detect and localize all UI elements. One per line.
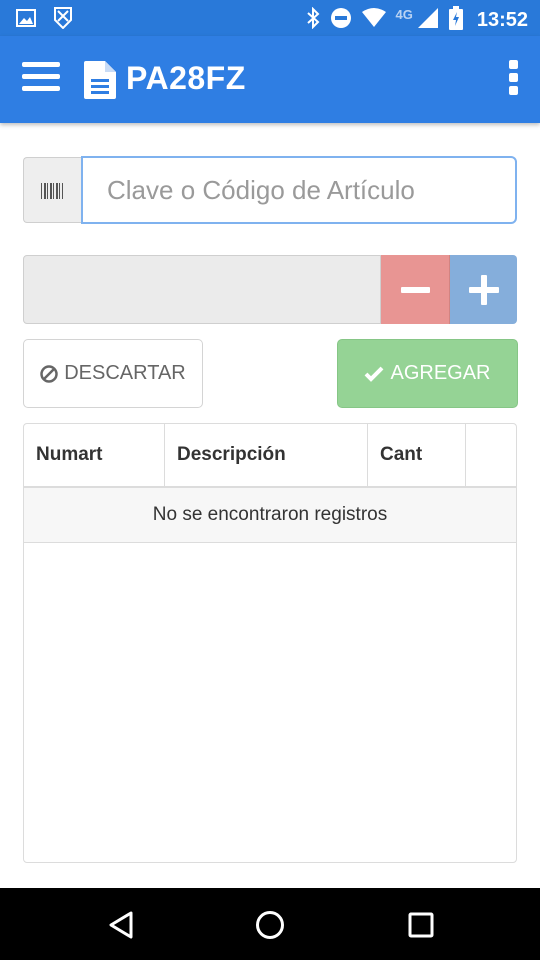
battery-charging-icon <box>448 6 463 35</box>
shield-notification-icon <box>54 7 72 34</box>
add-button[interactable]: AGREGAR <box>337 339 518 408</box>
articles-table: Numart Descripción Cant No se encontraro… <box>23 423 517 863</box>
column-header-numart[interactable]: Numart <box>24 424 165 486</box>
column-header-actions <box>466 424 516 486</box>
navigation-bar <box>0 888 540 960</box>
signal-icon <box>417 7 439 34</box>
discard-button[interactable]: DESCARTAR <box>23 339 203 408</box>
bluetooth-icon <box>306 6 320 34</box>
barcode-icon[interactable] <box>23 157 81 223</box>
table-header: Numart Descripción Cant <box>24 424 516 488</box>
status-bar: 4G 13:52 <box>0 0 540 36</box>
column-header-descripcion[interactable]: Descripción <box>165 424 368 486</box>
plus-icon[interactable] <box>450 255 517 324</box>
clock: 13:52 <box>476 9 528 31</box>
quantity-stepper <box>23 255 517 324</box>
article-search-group <box>23 156 517 224</box>
do-not-disturb-icon <box>330 7 352 34</box>
back-icon[interactable] <box>107 910 135 945</box>
article-search-input[interactable] <box>81 156 517 224</box>
check-icon <box>364 366 384 382</box>
column-header-cant[interactable]: Cant <box>368 424 466 486</box>
minus-icon[interactable] <box>381 255 450 324</box>
app-bar: PA28FZ <box>0 36 540 123</box>
wifi-icon <box>361 8 386 33</box>
home-icon[interactable] <box>255 910 285 945</box>
ban-icon <box>40 364 58 383</box>
recents-icon[interactable] <box>407 910 435 945</box>
quantity-input[interactable] <box>23 255 381 324</box>
document-icon <box>84 61 116 104</box>
empty-table-message: No se encontraron registros <box>24 488 516 543</box>
page-title: PA28FZ <box>126 60 246 96</box>
image-icon <box>16 9 36 32</box>
more-vert-icon[interactable] <box>506 60 520 98</box>
network-type-label: 4G <box>395 7 413 22</box>
hamburger-menu-icon[interactable] <box>22 62 60 96</box>
discard-label: DESCARTAR <box>64 362 186 384</box>
add-label: AGREGAR <box>390 362 491 384</box>
